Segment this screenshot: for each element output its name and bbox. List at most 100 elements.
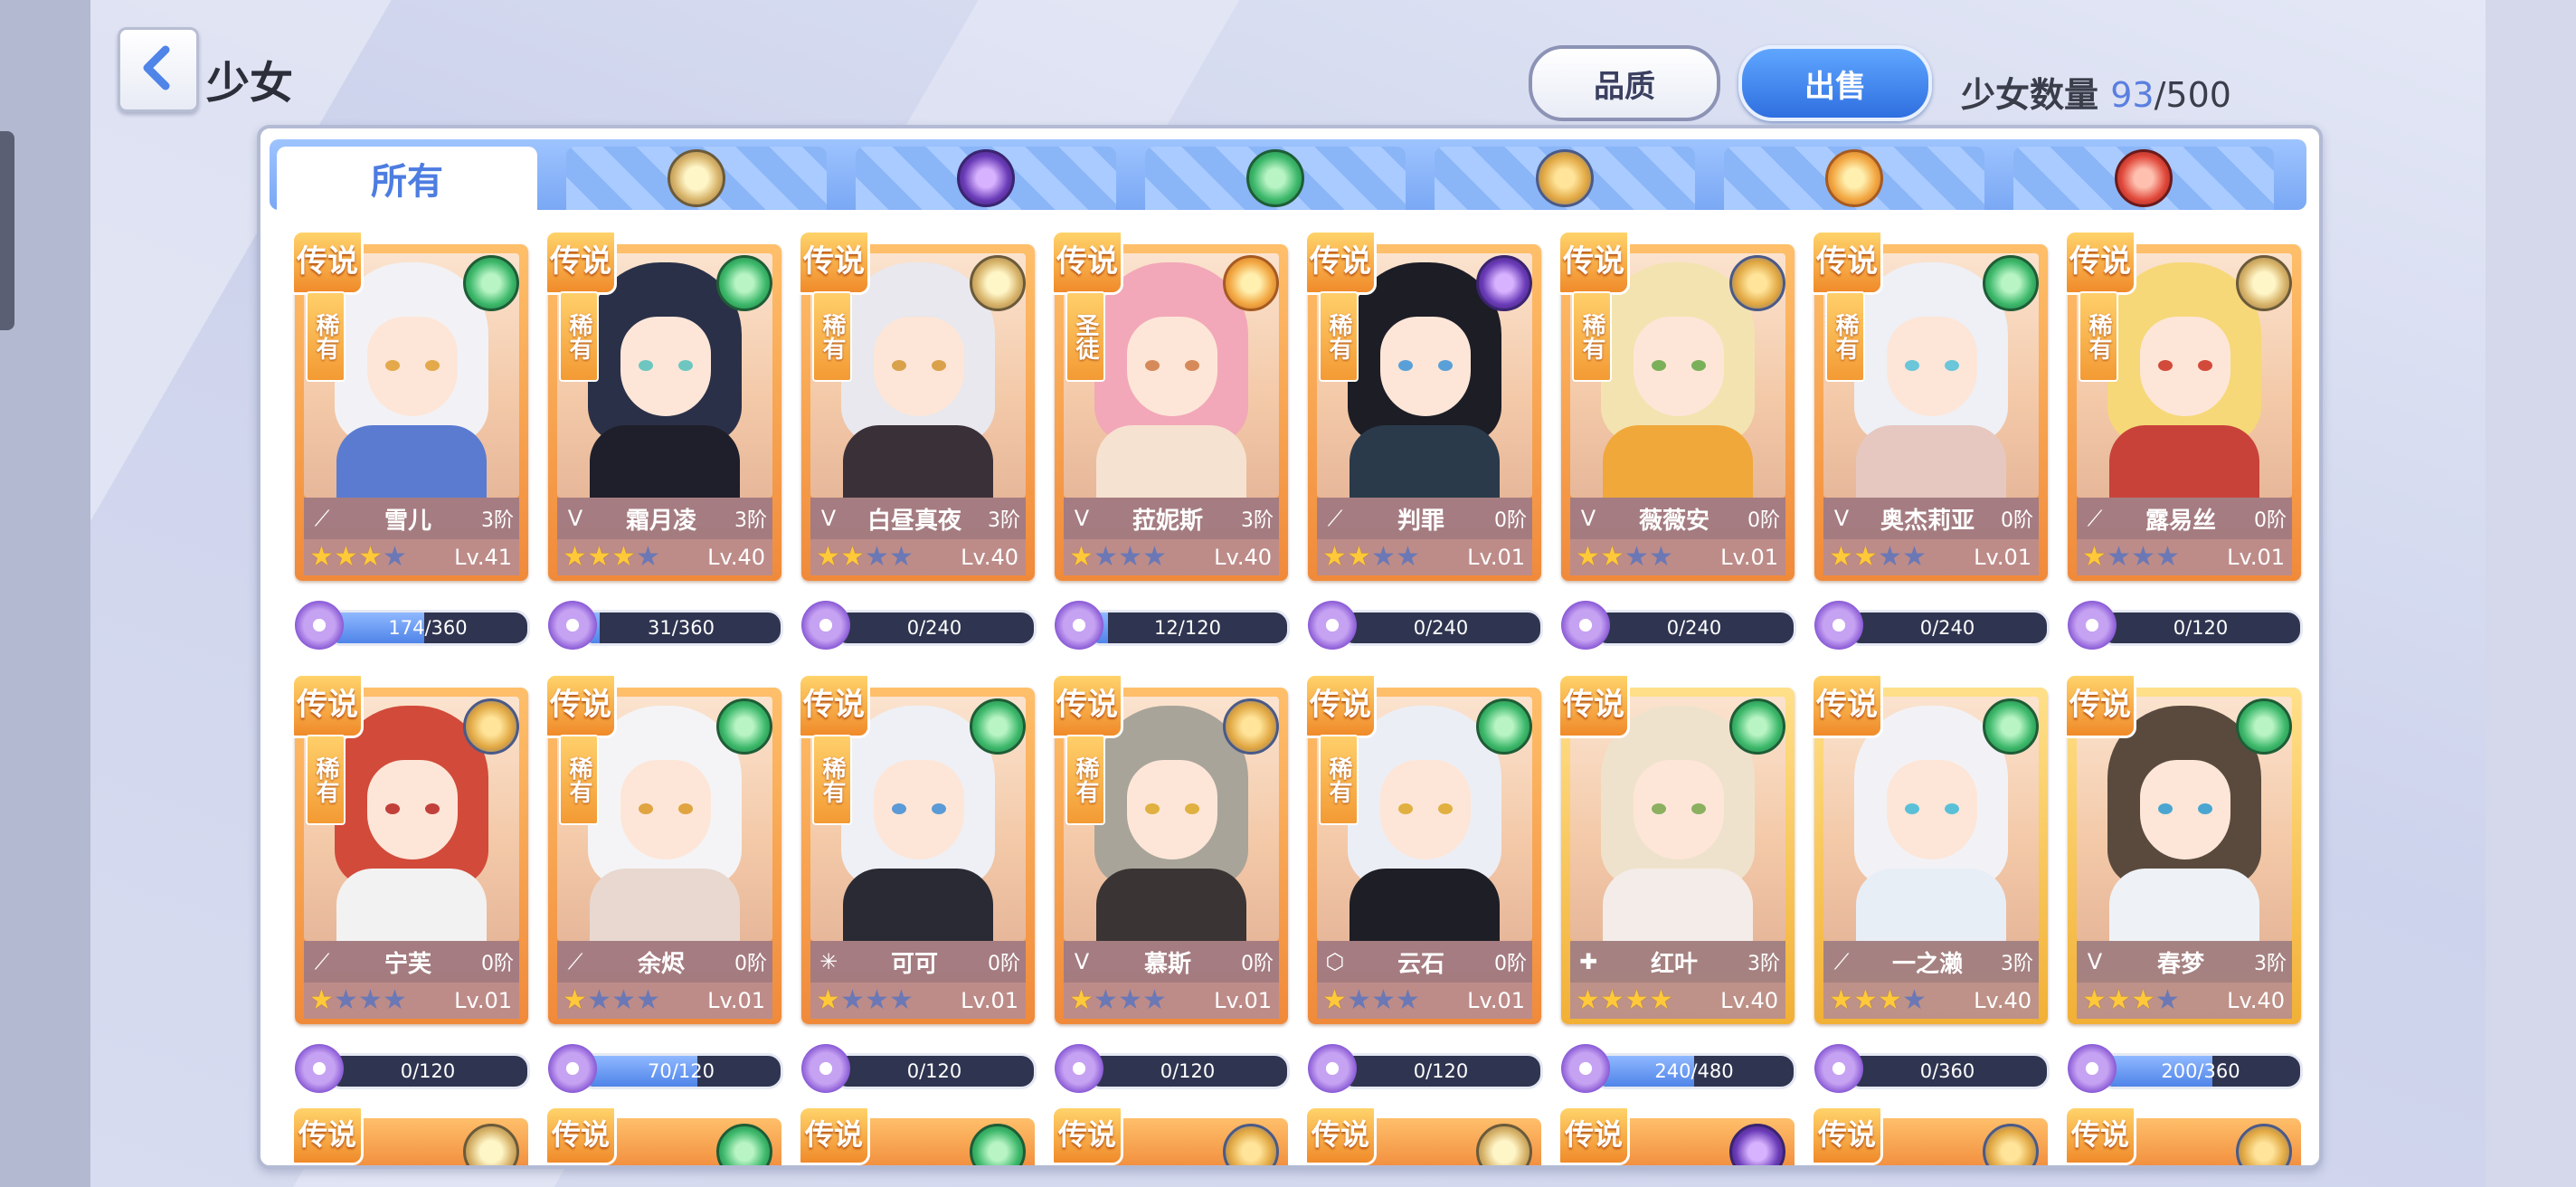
star-icon: ★ xyxy=(1322,541,1347,573)
fragment-flower-icon xyxy=(1055,1044,1103,1093)
star-icon: ★ xyxy=(1142,541,1167,573)
card-tier: 0阶 xyxy=(1494,509,1527,532)
class-icon: V xyxy=(1074,506,1090,531)
card-level: Lv.40 xyxy=(2227,988,2285,1013)
girl-card-partial[interactable]: 传说 xyxy=(1558,1106,1795,1165)
legend-badge: 传说 xyxy=(1811,673,1883,738)
earth-element-icon xyxy=(463,698,519,755)
girl-card-partial[interactable]: 传说 xyxy=(798,1106,1035,1165)
card-tier: 0阶 xyxy=(988,953,1020,975)
card-tier: 3阶 xyxy=(1241,509,1274,532)
element-filter-tabs: 所有 xyxy=(270,139,2306,210)
girl-card-partial[interactable]: 传说 xyxy=(1304,1106,1541,1165)
star-icon: ★ xyxy=(1396,984,1420,1016)
card-tier: 3阶 xyxy=(1747,953,1780,975)
star-icon: ★ xyxy=(1902,984,1927,1016)
card-name-bar: ⟋ 露易丝 0阶 xyxy=(2077,498,2292,539)
class-icon: V xyxy=(1074,949,1090,974)
tab-wind[interactable] xyxy=(1145,147,1406,210)
star-bar: ★ ★ ★ ★ Lv.40 xyxy=(557,539,772,575)
star-icon: ★ xyxy=(889,984,914,1016)
quality-sort-button[interactable]: 品质 xyxy=(1529,45,1720,121)
rarity-badge: 稀有 xyxy=(1825,291,1865,382)
card-tier: 0阶 xyxy=(1241,953,1274,975)
star-icon: ★ xyxy=(1829,541,1853,573)
tab-earth[interactable] xyxy=(1435,147,1695,210)
card-tier: 0阶 xyxy=(481,953,514,975)
fragment-flower-icon xyxy=(548,1044,597,1093)
fragment-count: 0/120 xyxy=(1413,1060,1469,1082)
rarity-badge: 稀有 xyxy=(812,291,852,382)
fragment-progress: 0/240 xyxy=(1814,601,2050,650)
tab-light[interactable] xyxy=(566,147,827,210)
tab-all[interactable]: 所有 xyxy=(277,147,537,210)
star-rating: ★ ★ ★ ★ xyxy=(2082,985,2180,1016)
star-icon: ★ xyxy=(840,541,865,573)
star-icon: ★ xyxy=(840,984,865,1016)
star-icon: ★ xyxy=(611,984,636,1016)
legend-badge: 传说 xyxy=(2064,230,2136,295)
fragment-flower-icon xyxy=(2068,1044,2117,1093)
legend-badge: 传说 xyxy=(1304,230,1377,295)
star-icon: ★ xyxy=(358,984,383,1016)
fragment-bar: 0/240 xyxy=(1592,610,1796,646)
star-icon: ★ xyxy=(889,541,914,573)
class-icon: V xyxy=(1833,506,1850,531)
star-icon: ★ xyxy=(1624,984,1649,1016)
rarity-badge: 稀有 xyxy=(1572,291,1612,382)
sun-icon xyxy=(1825,149,1883,207)
legend-badge: 传说 xyxy=(1051,673,1123,738)
legend-badge: 传说 xyxy=(291,1106,364,1165)
tab-fire[interactable] xyxy=(2013,147,2274,210)
card-name: 奥杰莉亚 xyxy=(1880,507,1975,535)
light-icon xyxy=(668,149,725,207)
star-rating: ★ ★ ★ ★ xyxy=(1322,542,1420,573)
card-name: 霜月凌 xyxy=(625,507,696,535)
star-bar: ★ ★ ★ ★ Lv.41 xyxy=(304,539,519,575)
star-icon: ★ xyxy=(358,541,383,573)
wind-element-icon xyxy=(1476,698,1532,755)
tab-sun[interactable] xyxy=(1724,147,1984,210)
card-name: 一之濑 xyxy=(1891,950,1963,978)
count-max: /500 xyxy=(2154,75,2231,115)
star-icon: ★ xyxy=(1576,984,1600,1016)
star-bar: ★ ★ ★ ★ Lv.01 xyxy=(810,983,1026,1019)
fragment-progress: 174/360 xyxy=(295,601,530,650)
chevron-left-icon xyxy=(143,45,170,90)
card-name-bar: ⟋ 雪儿 3阶 xyxy=(304,498,519,539)
girl-card-partial[interactable]: 传说 xyxy=(1051,1106,1288,1165)
fragment-count: 12/120 xyxy=(1154,617,1221,639)
card-name: 雪儿 xyxy=(384,507,431,535)
fragment-count: 31/360 xyxy=(648,617,715,639)
dark-element-icon xyxy=(1476,255,1532,311)
sell-button[interactable]: 出售 xyxy=(1738,45,1932,121)
class-icon: V xyxy=(820,506,837,531)
star-bar: ★ ★ ★ ★ Lv.40 xyxy=(1064,539,1279,575)
tab-dark[interactable] xyxy=(856,147,1116,210)
fragment-progress: 12/120 xyxy=(1055,601,1290,650)
star-rating: ★ ★ ★ ★ xyxy=(1829,542,1927,573)
girl-card-partial[interactable]: 传说 xyxy=(545,1106,781,1165)
card-level: Lv.01 xyxy=(1467,545,1525,570)
girl-card-partial[interactable]: 传说 xyxy=(291,1106,528,1165)
class-icon: ⬡ xyxy=(1325,949,1345,974)
star-icon: ★ xyxy=(816,541,840,573)
fragment-count: 0/240 xyxy=(1666,617,1722,639)
side-drawer-handle[interactable] xyxy=(0,131,14,330)
star-icon: ★ xyxy=(1902,541,1927,573)
fragment-count: 200/360 xyxy=(2161,1060,2240,1082)
back-button[interactable] xyxy=(118,27,199,112)
card-name-bar: ⟋ 判罪 0阶 xyxy=(1317,498,1532,539)
girl-card-partial[interactable]: 传说 xyxy=(2064,1106,2301,1165)
star-icon: ★ xyxy=(865,984,889,1016)
card-name-bar: ✳ 可可 0阶 xyxy=(810,941,1026,983)
star-icon: ★ xyxy=(1322,984,1347,1016)
star-rating: ★ ★ ★ ★ xyxy=(309,542,407,573)
card-name-bar: V 薇薇安 0阶 xyxy=(1570,498,1785,539)
fragment-bar: 0/120 xyxy=(326,1053,530,1089)
earth-element-icon xyxy=(1983,1124,2039,1165)
legend-badge: 传说 xyxy=(2064,673,2136,738)
fragment-bar: 200/360 xyxy=(2098,1053,2303,1089)
fragment-flower-icon xyxy=(1814,601,1863,650)
girl-card-partial[interactable]: 传说 xyxy=(1811,1106,2048,1165)
